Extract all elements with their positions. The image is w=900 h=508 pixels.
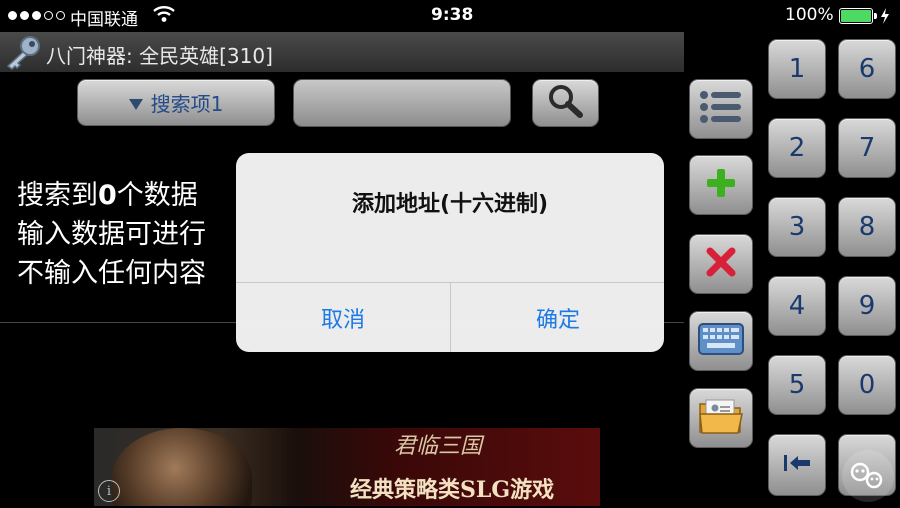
list-icon: [699, 90, 743, 128]
result-count-line: 搜索到0个数据: [17, 180, 198, 211]
cancel-button[interactable]: 取消: [236, 283, 450, 352]
keyboard-button[interactable]: [689, 311, 753, 371]
clock: 9:38: [431, 5, 474, 25]
ad-logo: 君临三国: [394, 434, 483, 459]
key-7[interactable]: 7: [838, 118, 896, 178]
backspace-key[interactable]: [768, 434, 826, 496]
key-2[interactable]: 2: [768, 118, 826, 178]
folder-icon: [698, 396, 744, 440]
key-1[interactable]: 1: [768, 39, 826, 99]
triangle-down-icon: [128, 91, 143, 115]
cross-icon: [706, 247, 736, 281]
wifi-icon: [153, 5, 175, 27]
ad-character-image: [112, 428, 252, 506]
watermark-icon: [840, 448, 896, 504]
dialog-title: 添加地址(十六进制): [351, 192, 549, 217]
hint-line-2: 输入数据可进行: [17, 219, 206, 250]
dropdown-label: 搜索项1: [150, 92, 224, 116]
title-bar: 八门神器: 全民英雄[310]: [0, 32, 684, 72]
carrier-label: 中国联通: [70, 10, 138, 30]
key-3[interactable]: 3: [768, 197, 826, 257]
key-6[interactable]: 6: [838, 39, 896, 99]
backspace-arrow-icon: [782, 450, 812, 480]
search-button[interactable]: [532, 79, 599, 127]
folder-button[interactable]: [689, 388, 753, 448]
key-4[interactable]: 4: [768, 276, 826, 336]
delete-button[interactable]: [689, 234, 753, 294]
keyboard-icon: [698, 323, 744, 359]
charging-icon: [880, 8, 890, 28]
info-icon[interactable]: i: [98, 480, 120, 502]
ad-banner[interactable]: 君临三国 经典策略类SLG游戏 i: [94, 428, 600, 506]
add-address-dialog: 添加地址(十六进制) 取消 确定: [236, 153, 664, 352]
hint-line-3: 不输入任何内容: [17, 258, 206, 289]
ad-slogan: 经典策略类SLG游戏: [350, 477, 555, 503]
signal-dots-icon: [8, 11, 65, 20]
key-5[interactable]: 5: [768, 355, 826, 415]
key-icon: [4, 35, 42, 75]
plus-icon: [705, 167, 737, 203]
key-0[interactable]: 0: [838, 355, 896, 415]
confirm-button[interactable]: 确定: [451, 283, 664, 352]
add-button[interactable]: [689, 155, 753, 215]
magnifier-icon: [546, 83, 586, 123]
key-9[interactable]: 9: [838, 276, 896, 336]
battery-percent: 100%: [785, 5, 834, 25]
app-title: 八门神器: 全民英雄[310]: [46, 44, 273, 68]
result-count: 0: [98, 180, 117, 211]
status-bar: 中国联通 9:38 100%: [0, 0, 900, 32]
battery-icon: [839, 8, 877, 24]
key-8[interactable]: 8: [838, 197, 896, 257]
search-item-dropdown[interactable]: 搜索项1: [77, 79, 275, 126]
list-button[interactable]: [689, 79, 753, 139]
search-input[interactable]: [293, 79, 511, 127]
